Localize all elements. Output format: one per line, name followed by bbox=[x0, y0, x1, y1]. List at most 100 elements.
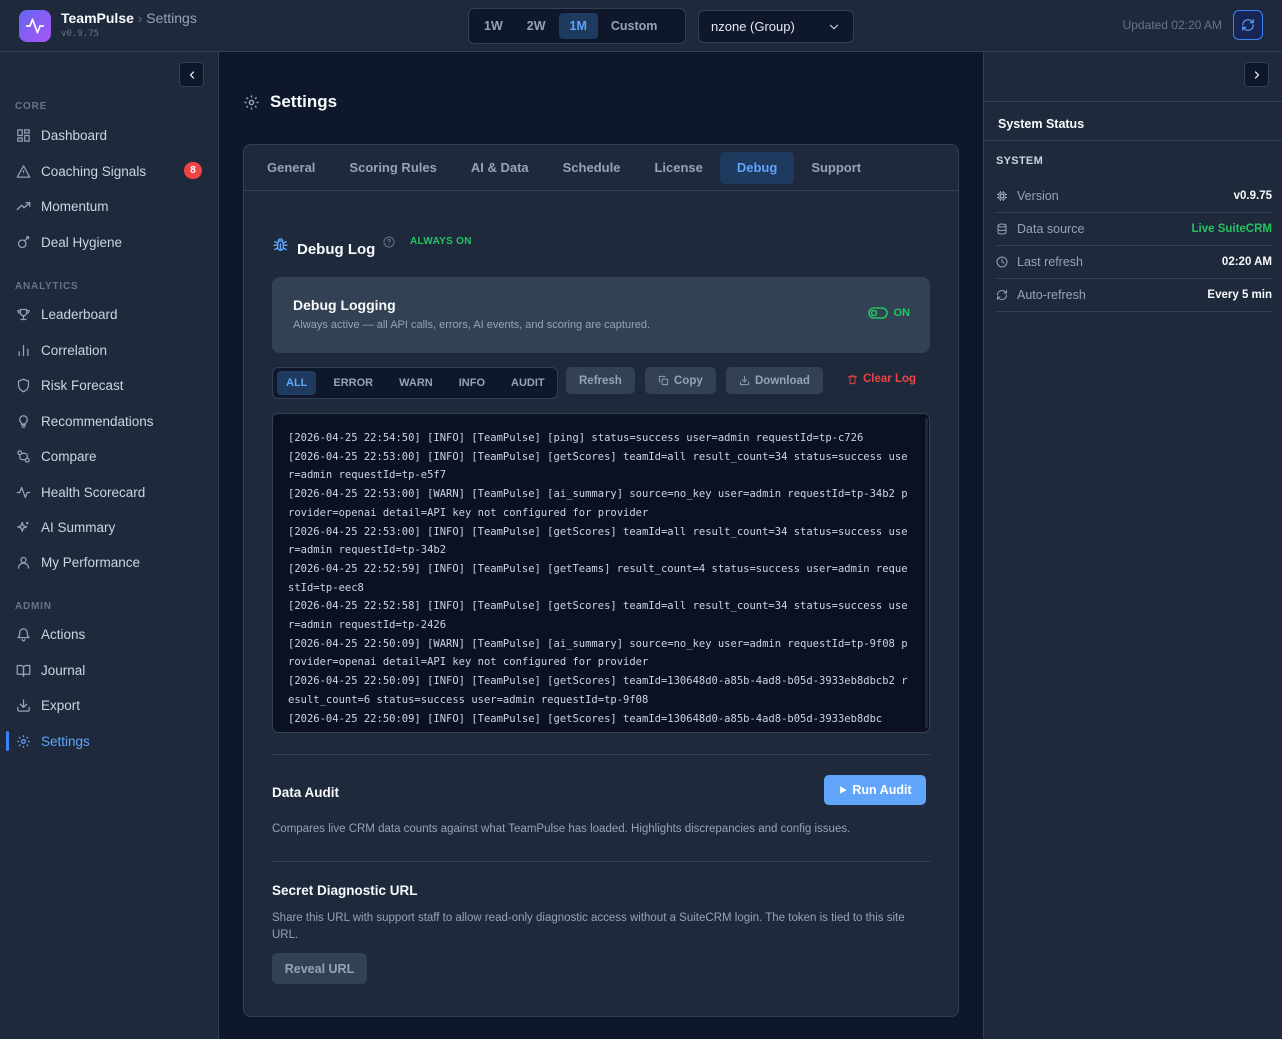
sidebar-item-label: Correlation bbox=[41, 342, 108, 358]
warning-icon bbox=[15, 163, 32, 180]
debug-logging-toggle[interactable]: ON bbox=[867, 307, 910, 319]
pulse-icon bbox=[15, 484, 32, 501]
sidebar-item-my-performance[interactable]: My Performance bbox=[0, 547, 218, 577]
sidebar-collapse-button[interactable] bbox=[179, 62, 204, 87]
debug-panel: Debug Log ALWAYS ON Debug Logging Always… bbox=[243, 190, 959, 1017]
tab-debug[interactable]: Debug bbox=[719, 151, 795, 184]
sidebar-item-journal[interactable]: Journal bbox=[0, 655, 218, 685]
log-line: [2026-04-25 22:50:09] [WARN] [TeamPulse]… bbox=[288, 637, 908, 669]
debug-logging-card: Debug Logging Always active — all API ca… bbox=[272, 277, 930, 353]
sidebar-item-compare[interactable]: Compare bbox=[0, 441, 218, 471]
trend-icon bbox=[15, 198, 32, 215]
team-select-value: nzone (Group) bbox=[711, 19, 795, 34]
status-row-version: Version v0.9.75 bbox=[996, 180, 1272, 213]
refresh-icon bbox=[1241, 18, 1255, 32]
log-line: [2026-04-25 22:54:50] [INFO] [TeamPulse]… bbox=[288, 432, 864, 444]
sidebar-item-ai-summary[interactable]: AI Summary bbox=[0, 512, 218, 542]
sidebar-item-actions[interactable]: Actions bbox=[0, 619, 218, 649]
secret-url-title: Secret Diagnostic URL bbox=[272, 883, 418, 898]
toggle-on-icon bbox=[867, 307, 888, 319]
status-row-data-source: Data source Live SuiteCRM bbox=[996, 213, 1272, 246]
log-copy-label: Copy bbox=[674, 374, 703, 387]
tab-ai-data[interactable]: AI & Data bbox=[454, 152, 546, 184]
bell-icon bbox=[15, 626, 32, 643]
nav-section-analytics: ANALYTICS bbox=[15, 281, 79, 292]
debug-log-output[interactable]: [2026-04-25 22:54:50] [INFO] [TeamPulse]… bbox=[272, 413, 930, 733]
tab-general[interactable]: General bbox=[250, 152, 332, 184]
hygiene-icon bbox=[15, 234, 32, 251]
always-on-badge: ALWAYS ON bbox=[410, 236, 472, 247]
team-select[interactable]: nzone (Group) bbox=[698, 10, 854, 43]
sidebar-item-leaderboard[interactable]: Leaderboard bbox=[0, 299, 218, 329]
sidebar-item-label: Recommendations bbox=[41, 413, 154, 429]
log-download-button[interactable]: Download bbox=[726, 367, 823, 394]
sidebar-item-momentum[interactable]: Momentum bbox=[0, 191, 218, 221]
sidebar-item-health-scorecard[interactable]: Health Scorecard bbox=[0, 477, 218, 507]
date-range-selector: 1W 2W 1M Custom bbox=[468, 8, 686, 44]
page-title: Settings bbox=[270, 92, 338, 111]
refresh-button[interactable] bbox=[1233, 10, 1263, 40]
filter-info-button[interactable]: INFO bbox=[450, 371, 494, 395]
lightbulb-icon bbox=[15, 413, 32, 430]
sidebar-item-dashboard[interactable]: Dashboard bbox=[0, 120, 218, 150]
sidebar-item-correlation[interactable]: Correlation bbox=[0, 335, 218, 365]
help-icon[interactable] bbox=[383, 236, 395, 248]
system-section-label: SYSTEM bbox=[996, 155, 1044, 167]
tab-scoring-rules[interactable]: Scoring Rules bbox=[332, 152, 453, 184]
sidebar-item-risk-forecast[interactable]: Risk Forecast bbox=[0, 370, 218, 400]
reveal-url-button[interactable]: Reveal URL bbox=[272, 953, 367, 984]
system-status-title: System Status bbox=[998, 117, 1085, 131]
divider bbox=[272, 754, 930, 755]
panel-collapse-button[interactable] bbox=[1244, 62, 1269, 87]
sidebar-item-coaching-signals[interactable]: Coaching Signals 8 bbox=[0, 156, 218, 186]
chip-icon bbox=[996, 190, 1010, 202]
trophy-icon bbox=[15, 306, 32, 323]
debug-log-title: Debug Log bbox=[297, 241, 376, 258]
run-audit-button[interactable]: Run Audit bbox=[824, 775, 926, 805]
filter-error-button[interactable]: ERROR bbox=[324, 371, 382, 395]
clear-log-button[interactable]: Clear Log bbox=[847, 373, 916, 385]
filter-all-button[interactable]: ALL bbox=[277, 371, 317, 395]
range-2w-button[interactable]: 2W bbox=[516, 13, 557, 39]
brand: TeamPulse › Settings v0.9.75 bbox=[61, 10, 197, 39]
sidebar-item-settings[interactable]: Settings bbox=[0, 726, 218, 756]
chevron-right-icon bbox=[1251, 69, 1263, 81]
log-scrollbar[interactable] bbox=[925, 418, 928, 728]
log-refresh-button[interactable]: Refresh bbox=[566, 367, 635, 394]
sidebar-item-label: Settings bbox=[41, 733, 90, 749]
log-line: [2026-04-25 22:53:00] [INFO] [TeamPulse]… bbox=[288, 450, 908, 482]
bar-chart-icon bbox=[15, 342, 32, 359]
debug-log-header: Debug Log bbox=[272, 231, 395, 258]
range-1w-button[interactable]: 1W bbox=[473, 13, 514, 39]
bug-icon bbox=[272, 236, 289, 253]
clear-log-label: Clear Log bbox=[863, 373, 917, 385]
tab-support[interactable]: Support bbox=[794, 152, 878, 184]
sidebar-item-recommendations[interactable]: Recommendations bbox=[0, 406, 218, 436]
log-copy-button[interactable]: Copy bbox=[645, 367, 716, 394]
tab-schedule[interactable]: Schedule bbox=[546, 152, 638, 184]
sidebar-item-label: Coaching Signals bbox=[41, 163, 147, 179]
play-icon bbox=[838, 785, 848, 795]
run-audit-label: Run Audit bbox=[852, 783, 912, 797]
copy-icon bbox=[658, 375, 669, 386]
log-line: [2026-04-25 22:52:58] [INFO] [TeamPulse]… bbox=[288, 600, 908, 632]
tab-license[interactable]: License bbox=[637, 152, 719, 184]
sidebar-item-label: Momentum bbox=[41, 198, 109, 214]
coaching-signals-badge: 8 bbox=[184, 162, 202, 179]
database-icon bbox=[996, 223, 1010, 235]
log-refresh-label: Refresh bbox=[579, 374, 622, 387]
filter-warn-button[interactable]: WARN bbox=[390, 371, 442, 395]
debug-logging-description: Always active — all API calls, errors, A… bbox=[293, 319, 651, 331]
sidebar-item-deal-hygiene[interactable]: Deal Hygiene bbox=[0, 227, 218, 257]
divider bbox=[272, 861, 930, 862]
sidebar-item-export[interactable]: Export bbox=[0, 690, 218, 720]
breadcrumb-page: Settings bbox=[146, 10, 197, 26]
range-1m-button[interactable]: 1M bbox=[558, 13, 598, 39]
main-content: Settings General Scoring Rules AI & Data… bbox=[219, 52, 983, 1039]
range-custom-button[interactable]: Custom bbox=[600, 13, 669, 39]
filter-audit-button[interactable]: AUDIT bbox=[502, 371, 554, 395]
chevron-left-icon bbox=[186, 69, 198, 81]
sidebar-item-label: My Performance bbox=[41, 554, 141, 570]
app-logo-icon bbox=[19, 10, 51, 42]
status-row-auto-refresh: Auto-refresh Every 5 min bbox=[996, 279, 1272, 312]
